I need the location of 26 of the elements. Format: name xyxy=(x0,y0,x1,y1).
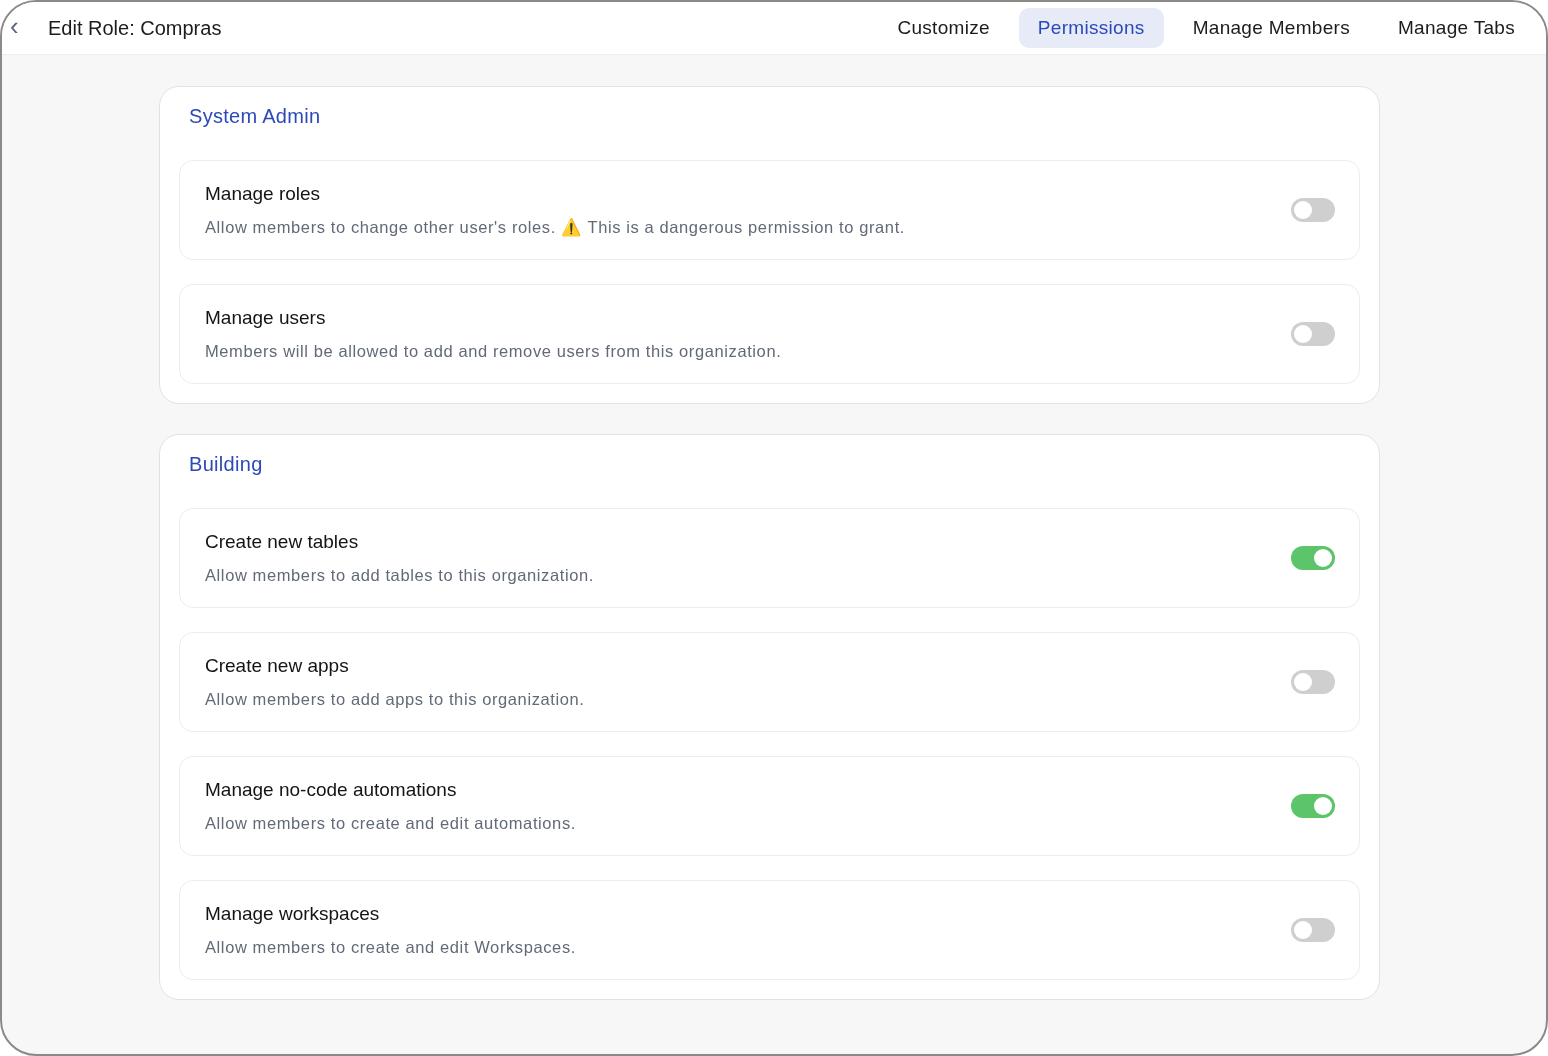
permission-name: Manage roles xyxy=(205,183,322,205)
toggle-switch[interactable] xyxy=(1291,198,1335,222)
toggle-switch[interactable] xyxy=(1291,546,1335,570)
tab[interactable]: Manage Tabs xyxy=(1378,8,1534,48)
permission-description: Members will be allowed to add and remove users from this organization. xyxy=(205,342,783,361)
permission-description: Allow members to change other user's roles. ⚠ This is a dangerous permission to grant. xyxy=(205,218,906,237)
permission-name: Create new tables xyxy=(205,531,360,553)
permission-description: Allow members to add tables to this organization. xyxy=(205,566,595,585)
permission-description: Allow members to add apps to this organization. xyxy=(205,690,586,709)
tab[interactable]: Customize xyxy=(878,8,1009,48)
permission-name: Create new apps xyxy=(205,655,350,677)
section-title: Building xyxy=(188,453,264,476)
permission-name: Manage no-code automations xyxy=(205,779,458,801)
toggle-switch[interactable] xyxy=(1291,322,1335,346)
permission-name: Manage workspaces xyxy=(205,903,381,925)
section-title: System Admin xyxy=(188,105,322,128)
permission-name: Manage users xyxy=(205,307,327,329)
tab[interactable]: Manage Members xyxy=(1173,8,1369,48)
toggle-switch[interactable] xyxy=(1291,794,1335,818)
permission-description: Allow members to create and edit Workspaces. xyxy=(205,938,577,957)
back-button[interactable]: ‹ xyxy=(2,10,48,46)
toggle-switch[interactable] xyxy=(1291,670,1335,694)
page-title: Edit Role: Compras xyxy=(48,16,222,40)
permission-description: Allow members to create and edit automations. xyxy=(205,814,577,833)
toggle-switch[interactable] xyxy=(1291,918,1335,942)
tab[interactable]: Permissions xyxy=(1018,8,1164,48)
